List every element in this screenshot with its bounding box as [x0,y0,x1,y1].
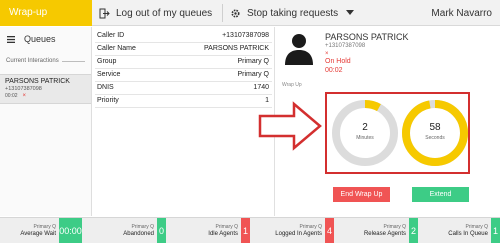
interaction-time-row: 00:02 × [5,93,91,99]
info-key: Priority [95,94,162,108]
info-key: Caller ID [95,29,162,43]
queues-label: Queues [24,34,56,44]
seconds-unit: Seconds [425,135,445,141]
queue-stats-bar: Primary Q Average Wait 00:00 Primary Q Aband… [0,217,500,243]
logout-label: Log out of my queues [116,7,213,19]
status-badge: On Hold [325,58,351,65]
queues-menu-button[interactable]: Queues [0,30,91,48]
stat-name: Idle Agents [208,231,238,237]
info-value: Primary Q [161,68,272,82]
divider [61,60,85,62]
info-value: +13107387098 [161,29,272,43]
contact-number: +13107387098 [325,43,366,49]
stat-name: Release Agents [363,231,406,237]
wrapup-tab[interactable]: Wrap-up [0,0,92,26]
sidebar: Queues Current Interactions PARSONS PATR… [0,27,92,216]
queue-stat-label: Primary Q Abandoned [123,224,154,237]
seconds-ring [402,100,468,166]
stop-requests-dropdown[interactable]: Stop taking requests [230,0,360,26]
minutes-unit: Minutes [356,135,374,141]
info-value: Primary Q [161,55,272,69]
stat-value: 4 [325,218,334,243]
stat-value: 1 [241,218,250,243]
interaction-number: +13107387098 [5,86,42,92]
caller-info-panel: Caller ID +13107387098 Caller Name PARSONS … [92,27,275,216]
close-icon[interactable]: × [23,93,27,99]
queue-stat-label: Primary Q Logged In Agents [275,224,322,237]
queue-stat-label: Primary Q Average Wait [20,224,56,237]
logout-icon [99,8,110,18]
info-value: PARSONS PATRICK [161,42,272,56]
seconds-timer: 58 Seconds [400,98,470,168]
contact-name: PARSONS PATRICK [325,32,409,42]
queue-name: Primary Q [299,224,323,230]
info-key: Group [95,55,162,69]
stat-name: Average Wait [20,231,56,237]
end-wrap-up-button[interactable]: End Wrap Up [333,187,390,202]
queue-stat-label: Primary Q Idle Agents [208,224,238,237]
caller-info-table: Caller ID +13107387098 Caller Name PARSONS … [95,29,272,108]
queue-stat: Primary Q Average Wait 00:00 [0,218,82,243]
stat-value: 2 [409,218,418,243]
queue-name: Primary Q [465,224,489,230]
info-value: 1 [161,94,272,108]
avatar-icon [285,34,313,65]
interaction-card[interactable]: PARSONS PATRICK +13107387098 00:02 × [0,74,91,104]
queue-name: Primary Q [383,224,407,230]
user-name: Mark Navarro [431,7,492,19]
queue-stat-label: Primary Q Release Agents [364,224,406,237]
stat-value: 00:00 [59,218,82,243]
table-row: Caller ID +13107387098 [95,29,272,43]
hold-timer: 00:02 [325,67,343,74]
table-row: Priority 1 [95,94,272,108]
queue-name: Primary Q [131,224,155,230]
minutes-ring [332,100,398,166]
user-menu[interactable]: Mark Navarro [431,0,492,26]
top-bar: Wrap-up Log out of my queues Stop taking… [0,0,500,26]
stat-name: Logged In Agents [275,231,322,237]
table-row: Group Primary Q [95,55,272,69]
info-value: 1740 [161,81,272,95]
hamburger-icon [7,35,15,43]
queue-stat-label: Primary Q Calls In Queue [448,224,488,237]
table-row: Service Primary Q [95,68,272,82]
queue-name: Primary Q [215,224,239,230]
interaction-time: 00:02 [5,93,18,99]
minutes-value: 2 [362,122,368,133]
caret-down-icon [346,10,355,15]
seconds-value: 58 [429,122,441,133]
stat-name: Abandoned [123,231,154,237]
divider [222,4,223,22]
minutes-timer: 2 Minutes [330,98,400,168]
stat-name: Calls In Queue [448,231,488,237]
interaction-name: PARSONS PATRICK [5,78,70,85]
queue-stat: Primary Q Release Agents 2 [336,218,418,243]
wrap-up-timers: 2 Minutes 58 Seconds [325,92,470,174]
current-interactions-header: Current Interactions [0,48,91,64]
queue-stat: Primary Q Logged In Agents 4 [252,218,334,243]
stat-value: 1 [491,218,500,243]
current-interactions-label: Current Interactions [6,58,59,64]
wrap-up-section-label: Wrap Up [282,82,302,88]
info-key: DNIS [95,81,162,95]
close-icon[interactable]: × [325,51,329,57]
stat-value: 0 [157,218,166,243]
queue-stat: Primary Q Idle Agents 1 [168,218,250,243]
extend-button[interactable]: Extend [412,187,469,202]
info-key: Caller Name [95,42,162,56]
table-row: Caller Name PARSONS PATRICK [95,42,272,56]
wrapup-tab-label: Wrap-up [9,7,48,18]
logout-queues-button[interactable]: Log out of my queues [99,0,212,26]
stop-requests-label: Stop taking requests [247,7,339,19]
gear-icon [231,8,240,18]
queue-stat: Primary Q Calls In Queue 1 [420,218,500,243]
info-key: Service [95,68,162,82]
queue-name: Primary Q [33,224,57,230]
arrow-right-icon [258,101,322,151]
queue-stat: Primary Q Abandoned 0 [84,218,166,243]
table-row: DNIS 1740 [95,81,272,95]
